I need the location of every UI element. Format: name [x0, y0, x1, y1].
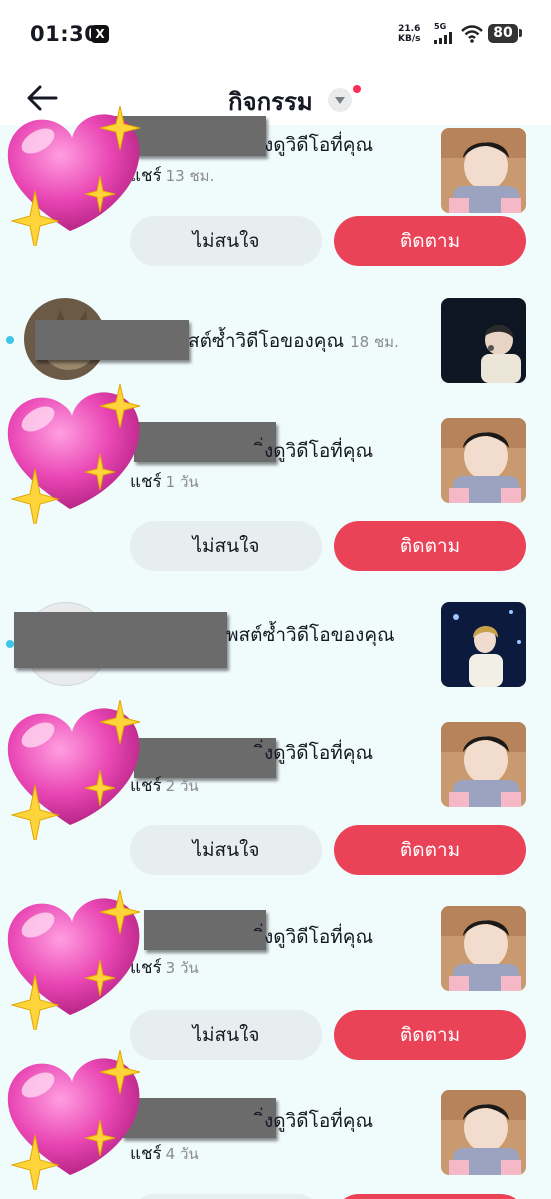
triangle-down-icon[interactable]: [328, 88, 352, 112]
action-row: ไม่สนใจ ติดตาม: [0, 1010, 551, 1060]
redacted-username: [134, 422, 276, 462]
heart-sticker-icon: [0, 374, 150, 524]
notification-dot: [353, 85, 361, 93]
time-ago: 13 ชม.: [165, 167, 215, 185]
meta-label: แชร์: [130, 472, 162, 492]
activity-meta: แชร์ 3 วัน: [130, 954, 199, 981]
action-row: ไม่สนใจ ติดตาม: [0, 825, 551, 875]
activity-meta: แชร์ 13 ชม.: [130, 162, 214, 189]
video-thumbnail[interactable]: [441, 128, 526, 213]
follow-button[interactable]: ติดตาม: [334, 1010, 526, 1060]
signal-icon: [434, 32, 452, 44]
list-item[interactable]: สต์ซ้ำวิดีโอของคุณ 18 ชม.: [0, 298, 551, 384]
video-thumbnail[interactable]: [441, 602, 526, 687]
redacted-username: [122, 1098, 276, 1138]
activity-text: สต์ซ้ำวิดีโอของคุณ 18 ชม.: [188, 328, 399, 355]
activity-meta: แชร์ 4 วัน: [130, 1140, 199, 1167]
status-bar: 01:30 X 21.6 KB/s 5G 80: [0, 0, 551, 70]
redacted-username: [14, 612, 227, 668]
action-row: ไม่สนใจ ติดตาม: [0, 521, 551, 571]
meta-label: แชร์: [130, 958, 162, 978]
time-ago: 4 วัน: [165, 1145, 199, 1163]
action-row-partial: [0, 1194, 551, 1199]
follow-button[interactable]: ติดตาม: [334, 216, 526, 266]
wifi-icon: [461, 25, 483, 43]
redacted-username: [35, 320, 189, 360]
net-speed-unit: KB/s: [398, 34, 421, 44]
arrow-left-icon[interactable]: [22, 78, 62, 118]
status-time: 01:30: [30, 22, 100, 46]
follow-button[interactable]: ติดตาม: [334, 825, 526, 875]
activity-text: ิ่งดูวิดีโอที่คุณ: [264, 926, 374, 948]
video-thumbnail[interactable]: [441, 1090, 526, 1175]
activity-text: พสต์ซ้ำวิดีโอของคุณ: [226, 624, 395, 646]
follow-button[interactable]: ติดตาม: [334, 521, 526, 571]
video-thumbnail[interactable]: [441, 418, 526, 503]
activity-meta: แชร์ 2 วัน: [130, 772, 199, 799]
time-ago: 1 วัน: [165, 473, 199, 491]
not-interested-button[interactable]: ไม่สนใจ: [130, 1010, 322, 1060]
heart-sticker-icon: [0, 880, 150, 1030]
redacted-username: [144, 910, 266, 950]
not-interested-button[interactable]: ไม่สนใจ: [130, 216, 322, 266]
list-item[interactable]: พสต์ซ้ำวิดีโอของคุณ: [0, 602, 551, 688]
activity-text: ิ่งดูวิดีโอที่คุณ: [264, 440, 374, 462]
battery-indicator: 80: [488, 24, 518, 43]
time-ago: 3 วัน: [165, 959, 199, 977]
net-speed: 21.6 KB/s: [398, 24, 420, 44]
time-ago: 2 วัน: [165, 777, 199, 795]
network-type: 5G: [434, 22, 447, 31]
top-header: กิจกรรม: [0, 70, 551, 125]
meta-label: แชร์: [130, 166, 162, 186]
follow-button[interactable]: [334, 1194, 526, 1199]
not-interested-button[interactable]: ไม่สนใจ: [130, 521, 322, 571]
video-thumbnail[interactable]: [441, 722, 526, 807]
unread-dot: [6, 336, 14, 344]
activity-text: ิ่งดูวิดีโอที่คุณ: [264, 1110, 374, 1132]
x-app-icon: X: [91, 25, 109, 43]
not-interested-button[interactable]: [130, 1194, 322, 1199]
video-thumbnail[interactable]: [441, 298, 526, 383]
action-row: ไม่สนใจ ติดตาม: [0, 216, 551, 266]
net-speed-value: 21.6: [398, 24, 421, 34]
heart-sticker-icon: [0, 690, 150, 840]
activity-text-label: สต์ซ้ำวิดีโอของคุณ: [188, 330, 345, 352]
video-thumbnail[interactable]: [441, 906, 526, 991]
redacted-username: [114, 116, 266, 156]
battery-tip: [519, 29, 522, 37]
activity-text: ิ่งดูวิดีโอที่คุณ: [264, 742, 374, 764]
not-interested-button[interactable]: ไม่สนใจ: [130, 825, 322, 875]
activity-text: ิ่งดูวิดีโอที่คุณ: [264, 134, 374, 156]
time-ago: 18 ชม.: [350, 333, 399, 351]
activity-meta: แชร์ 1 วัน: [130, 468, 199, 495]
meta-label: แชร์: [130, 1144, 162, 1164]
unread-dot: [6, 640, 14, 648]
meta-label: แชร์: [130, 776, 162, 796]
